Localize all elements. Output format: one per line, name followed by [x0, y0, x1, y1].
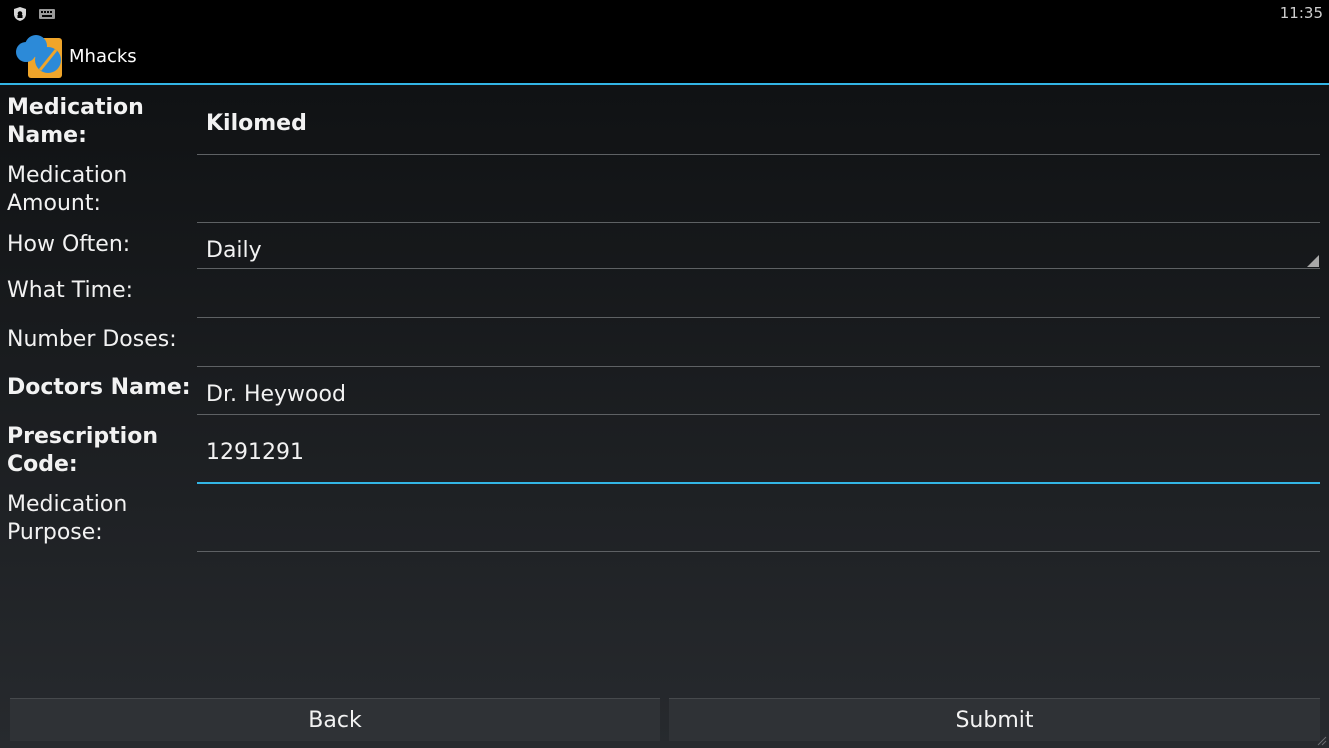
medication-name-value: Kilomed	[206, 111, 307, 136]
submit-button[interactable]: Submit	[669, 698, 1320, 741]
number-doses-label: Number Doses:	[7, 327, 177, 352]
action-bar: Mhacks	[0, 28, 1329, 83]
medication-name-label: Medication Name:	[7, 95, 144, 148]
resize-grip-icon	[1317, 736, 1327, 746]
what-time-field[interactable]	[197, 270, 1320, 318]
what-time-label: What Time:	[7, 278, 134, 303]
status-clock: 11:35	[1279, 4, 1323, 22]
medication-purpose-field[interactable]	[197, 485, 1320, 552]
pill-logo-icon[interactable]	[14, 32, 64, 80]
medication-amount-label: Medication Amount:	[7, 163, 128, 216]
status-bar: 11:35	[0, 0, 1329, 28]
doctors-name-label: Doctors Name:	[7, 375, 191, 400]
how-often-spinner[interactable]: Daily	[197, 224, 1320, 269]
medication-purpose-label: Medication Purpose:	[7, 492, 128, 545]
medication-amount-field[interactable]	[197, 164, 1320, 223]
keyboard-icon	[39, 9, 55, 19]
doctors-name-value: Dr. Heywood	[206, 382, 346, 407]
medication-name-field[interactable]: Kilomed	[197, 96, 1320, 155]
shield-icon	[14, 7, 26, 21]
how-often-value: Daily	[206, 238, 262, 263]
how-often-label: How Often:	[7, 232, 131, 257]
back-button[interactable]: Back	[10, 698, 660, 741]
prescription-code-field[interactable]: 1291291	[197, 416, 1320, 484]
prescription-code-label: Prescription Code:	[7, 424, 159, 477]
doctors-name-field[interactable]: Dr. Heywood	[197, 368, 1320, 415]
spinner-arrow-icon	[1307, 255, 1319, 267]
app-title: Mhacks	[69, 46, 137, 67]
number-doses-field[interactable]	[197, 319, 1320, 367]
prescription-code-value: 1291291	[206, 440, 304, 465]
